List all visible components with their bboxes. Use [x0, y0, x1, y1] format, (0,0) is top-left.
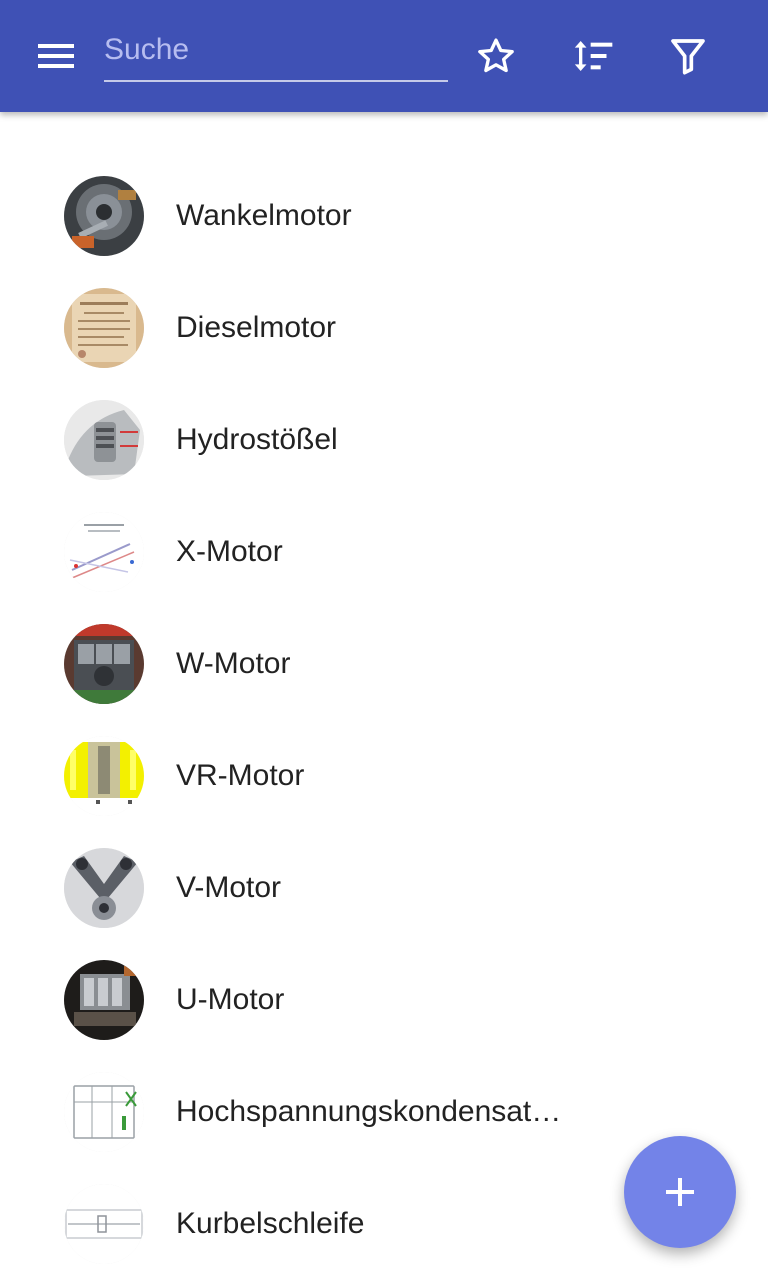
item-label: Dieselmotor [176, 311, 337, 344]
thumbnail-image [64, 512, 144, 592]
hamburger-menu-icon [38, 44, 74, 68]
list-item[interactable]: U-Motor [0, 944, 768, 1056]
thumbnail-image [64, 400, 144, 480]
favorites-button[interactable] [468, 28, 524, 84]
thumbnail-image [64, 624, 144, 704]
search-input[interactable] [104, 30, 448, 70]
thumbnail-image [64, 960, 144, 1040]
star-outline-icon [478, 38, 514, 73]
filter-button[interactable] [660, 28, 716, 84]
item-label: W-Motor [176, 647, 291, 680]
item-list: Wankelmotor Dieselmotor Hydrostößel X-Mo… [0, 160, 768, 1280]
thumbnail-image [64, 736, 144, 816]
search-field [104, 24, 448, 82]
item-label: U-Motor [176, 983, 285, 1016]
thumbnail-image [64, 176, 144, 256]
list-item[interactable]: X-Motor [0, 496, 768, 608]
list-item[interactable]: Dieselmotor [0, 272, 768, 384]
thumbnail-image [64, 288, 144, 368]
item-label: Kurbelschleife [176, 1207, 365, 1240]
app-bar [0, 0, 768, 112]
item-label: VR-Motor [176, 759, 305, 792]
add-item-button[interactable] [624, 1136, 736, 1248]
item-label: Hydrostößel [176, 423, 338, 456]
sort-icon [574, 41, 613, 71]
plus-icon [666, 1178, 694, 1206]
item-label: Hochspannungskondensat… [176, 1095, 562, 1128]
thumbnail-image [64, 1072, 144, 1152]
sort-button[interactable] [564, 28, 620, 84]
menu-button[interactable] [24, 32, 88, 80]
thumbnail-image [64, 848, 144, 928]
item-label: Wankelmotor [176, 199, 352, 232]
item-label: X-Motor [176, 535, 283, 568]
filter-icon [671, 39, 705, 75]
list-item[interactable]: VR-Motor [0, 720, 768, 832]
item-label: V-Motor [176, 871, 282, 904]
list-item[interactable]: W-Motor [0, 608, 768, 720]
thumbnail-image [64, 1184, 144, 1264]
list-item[interactable]: V-Motor [0, 832, 768, 944]
list-item[interactable]: Hydrostößel [0, 384, 768, 496]
list-item[interactable]: Wankelmotor [0, 160, 768, 272]
